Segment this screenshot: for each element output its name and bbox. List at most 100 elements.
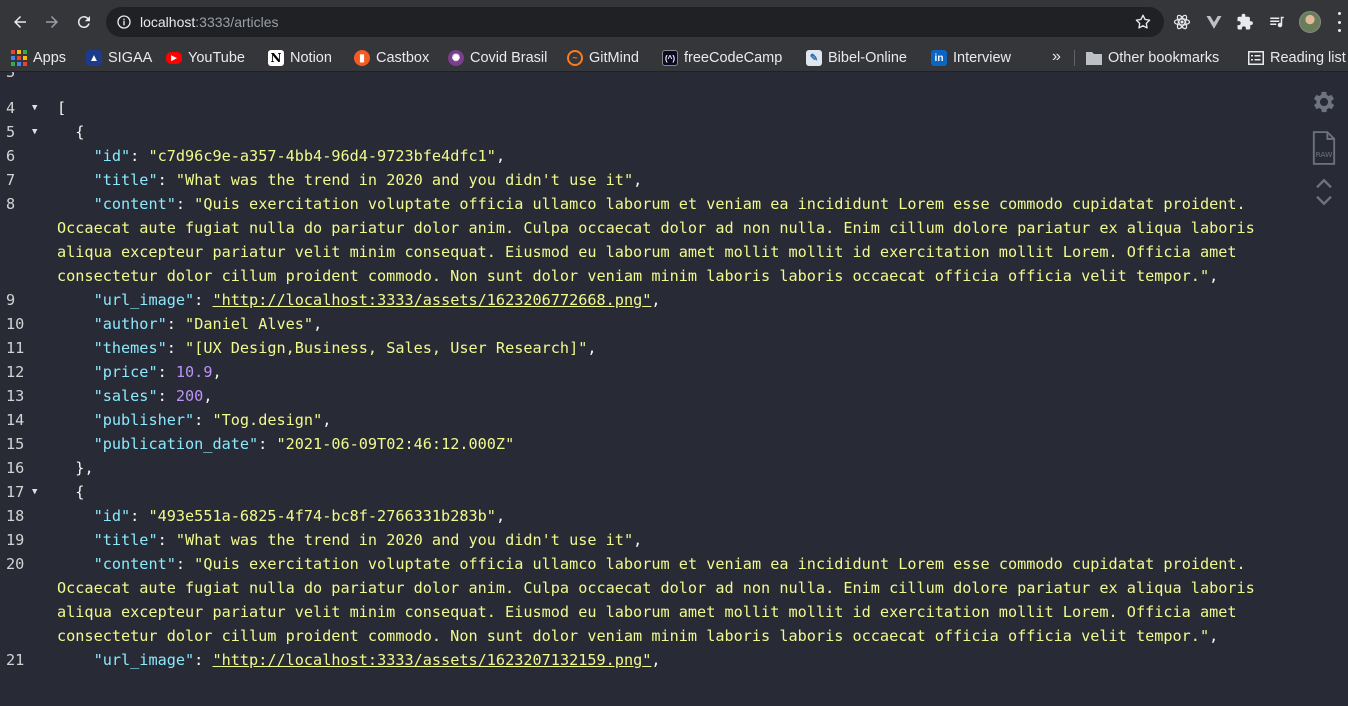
extensions-button[interactable] (1234, 11, 1256, 33)
bookmarks-divider (1074, 50, 1075, 66)
media-control-button[interactable] (1266, 11, 1288, 33)
bookmark-label: Castbox (376, 50, 430, 66)
code-line: 13 "sales": 200, (0, 384, 1300, 408)
json-value-sales: 200 (175, 387, 204, 405)
code-line: 21 "url_image": "http://localhost:3333/a… (0, 648, 1300, 672)
json-value-id: 493e551a-6825-4f74-bc8f-2766331b283b (157, 507, 487, 525)
vue-devtools-extension[interactable] (1203, 11, 1225, 33)
json-value-publication-date: 2021-06-09T02:46:12.000Z (285, 435, 506, 453)
collapse-expand-button[interactable] (1310, 174, 1338, 210)
fold-toggle-icon[interactable]: ▼ (32, 96, 44, 120)
bookmark-notion[interactable]: N Notion (268, 47, 332, 69)
bookmark-label: Covid Brasil (470, 50, 548, 66)
json-value-title: What was the trend in 2020 and you didn'… (185, 531, 624, 549)
json-value-url-image: http://localhost:3333/assets/16232067726… (221, 291, 643, 309)
json-value-url-image-link[interactable]: "http://localhost:3333/assets/1623207132… (212, 651, 651, 669)
reading-list-icon (1248, 51, 1264, 65)
browser-toolbar: localhost:3333/articles (0, 0, 1348, 44)
json-value-price: 10.9 (175, 363, 213, 381)
address-bar[interactable]: localhost:3333/articles (106, 7, 1164, 37)
bookmark-star-icon[interactable] (1134, 13, 1152, 31)
bookmark-label: freeCodeCamp (684, 50, 783, 66)
code-line: 8 "content": "Quis exercitation voluptat… (0, 192, 1300, 288)
reload-button[interactable] (71, 9, 97, 35)
site-info-icon[interactable] (116, 14, 132, 30)
code-line: 18 "id": "493e551a-6825-4f74-bc8f-276633… (0, 504, 1300, 528)
code-line: 15 "publication_date": "2021-06-09T02:46… (0, 432, 1300, 456)
line-number: 18 (6, 507, 25, 525)
bookmark-castbox[interactable]: ▮ Castbox (354, 47, 429, 69)
settings-button[interactable] (1310, 88, 1338, 116)
puzzle-icon (1237, 13, 1253, 30)
gitmind-icon: ~ (567, 50, 583, 66)
bookmark-apps[interactable]: Apps (11, 47, 66, 69)
line-number: 16 (6, 459, 25, 477)
sigaa-icon: ▲ (86, 50, 102, 66)
raw-view-button[interactable]: RAW (1310, 130, 1338, 166)
back-button[interactable] (7, 9, 33, 35)
url-host: localhost (140, 14, 196, 30)
bookmark-bibel-online[interactable]: ✎ Bibel-Online (806, 47, 907, 69)
line-number: 4 (6, 99, 16, 117)
bookmark-label: Interview (953, 50, 1012, 66)
forward-arrow-icon (46, 16, 58, 28)
json-value-author: Daniel Alves (194, 315, 304, 333)
line-number: 6 (6, 147, 16, 165)
bookmark-gitmind[interactable]: ~ GitMind (567, 47, 639, 69)
code-line: 14 "publisher": "Tog.design", (0, 408, 1300, 432)
browser-menu-icon[interactable] (1334, 12, 1344, 32)
forward-button[interactable] (39, 9, 65, 35)
profile-avatar[interactable] (1299, 11, 1321, 33)
code-line: 19 "title": "What was the trend in 2020 … (0, 528, 1300, 552)
bookmarks-bar: Apps ▲ SIGAA ▶ YouTube N Notion ▮ Castbo… (0, 44, 1348, 72)
fold-toggle-icon[interactable]: ▼ (32, 480, 44, 504)
line-number: 7 (6, 171, 16, 189)
json-code: 3 4 ▼ [ 5 ▼ { 6 "id": "c7d96c9e-a357-4bb… (0, 72, 1300, 672)
bookmark-freecodecamp[interactable]: (^) freeCodeCamp (662, 47, 782, 69)
code-line: 12 "price": 10.9, (0, 360, 1300, 384)
covid-icon: ✺ (448, 50, 464, 66)
bookmark-youtube[interactable]: ▶ YouTube (166, 47, 245, 69)
json-value-content: Quis exercitation voluptate officia ulla… (57, 555, 1264, 645)
reload-icon (77, 16, 90, 29)
line-number: 5 (6, 123, 16, 141)
fold-toggle-icon[interactable]: ▼ (32, 120, 44, 144)
bookmark-sigaa[interactable]: ▲ SIGAA (86, 47, 152, 69)
bookmark-label: GitMind (589, 50, 639, 66)
more-bookmarks-chevron-icon[interactable]: » (1052, 48, 1061, 66)
code-line: 7 "title": "What was the trend in 2020 a… (0, 168, 1300, 192)
json-value-publisher: Tog.design (221, 411, 314, 429)
bookmark-label: YouTube (188, 50, 245, 66)
line-number: 20 (6, 555, 25, 573)
line-number: 8 (6, 195, 16, 213)
react-icon (1173, 14, 1191, 30)
line-number: 9 (6, 291, 16, 309)
code-line: 16 }, (0, 456, 1300, 480)
json-value-url-image-link[interactable]: "http://localhost:3333/assets/1623206772… (212, 291, 651, 309)
bookmark-covid-brasil[interactable]: ✺ Covid Brasil (448, 47, 547, 69)
notion-icon: N (268, 50, 284, 66)
url-text[interactable]: localhost:3333/articles (140, 13, 279, 31)
reading-list-button[interactable]: Reading list (1248, 47, 1346, 69)
json-value-url-image: http://localhost:3333/assets/16232071321… (221, 651, 643, 669)
back-arrow-icon (14, 16, 26, 28)
code-line: 3 (0, 72, 1300, 96)
bibel-icon: ✎ (806, 50, 822, 66)
gear-icon (1313, 91, 1335, 113)
json-value-title: What was the trend in 2020 and you didn'… (185, 171, 624, 189)
bookmark-label: Bibel-Online (828, 50, 907, 66)
react-devtools-extension[interactable] (1171, 11, 1193, 33)
line-number: 12 (6, 363, 25, 381)
freecodecamp-icon: (^) (662, 50, 678, 66)
json-viewer: 3 4 ▼ [ 5 ▼ { 6 "id": "c7d96c9e-a357-4bb… (0, 72, 1348, 706)
folder-icon (1086, 52, 1102, 65)
code-line: 17 ▼ { (0, 480, 1300, 504)
other-bookmarks-folder[interactable]: Other bookmarks (1086, 47, 1219, 69)
bookmark-interview[interactable]: in Interview (931, 47, 1011, 69)
code-line: 10 "author": "Daniel Alves", (0, 312, 1300, 336)
json-value-content: Quis exercitation voluptate officia ulla… (57, 195, 1264, 285)
code-line: 6 "id": "c7d96c9e-a357-4bb4-96d4-9723bfe… (0, 144, 1300, 168)
line-number: 14 (6, 411, 25, 429)
bookmark-label: Apps (33, 50, 67, 66)
vue-icon (1206, 16, 1222, 29)
